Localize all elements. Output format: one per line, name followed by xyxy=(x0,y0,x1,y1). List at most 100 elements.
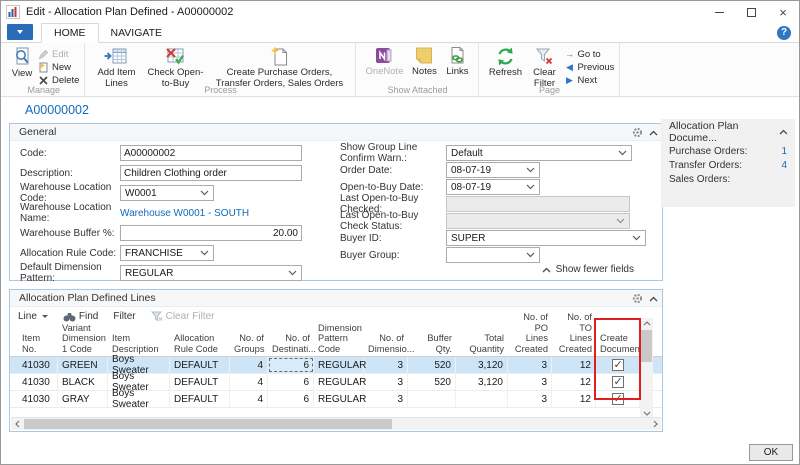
new-button[interactable]: New xyxy=(38,61,79,73)
default-dimension-pattern-select[interactable]: REGULAR xyxy=(120,265,302,281)
column-header-item-description[interactable]: Item Description xyxy=(108,333,170,356)
column-header-item-no[interactable]: Item No. xyxy=(10,333,58,356)
cell-variant[interactable]: GREEN xyxy=(58,357,108,373)
vertical-scroll-thumb[interactable] xyxy=(641,330,652,362)
cell-buffer-qty[interactable]: 520 xyxy=(408,357,456,373)
cell-po-lines[interactable]: 3 xyxy=(508,374,552,390)
cell-item-no[interactable]: 41030 xyxy=(10,391,58,407)
notes-button[interactable]: Notes xyxy=(407,45,441,79)
cell-dimensions[interactable]: 3 xyxy=(364,374,408,390)
filter-button[interactable]: Filter xyxy=(113,311,135,322)
ok-button[interactable]: OK xyxy=(749,444,793,461)
check-open-to-buy-button[interactable]: Check Open-to-Buy xyxy=(142,45,208,91)
collapse-chevron-icon[interactable] xyxy=(649,296,658,302)
purchase-orders-count-link[interactable]: 1 xyxy=(781,146,787,157)
clear-filter-button[interactable]: Clear Filter xyxy=(526,45,562,91)
column-header-allocation-rule[interactable]: Allocation Rule Code xyxy=(170,333,230,356)
cell-item-no[interactable]: 41030 xyxy=(10,357,58,373)
warehouse-location-code-select[interactable]: W0001 xyxy=(120,185,214,201)
column-header-variant-dimension[interactable]: Variant Dimension 1 Code xyxy=(58,323,108,356)
cell-po-lines[interactable]: 3 xyxy=(508,357,552,373)
cell-to-lines[interactable]: 12 xyxy=(552,391,596,407)
gear-icon[interactable] xyxy=(632,293,643,304)
close-button[interactable]: × xyxy=(767,1,799,23)
cell-destinations[interactable]: 6 xyxy=(268,391,314,407)
table-row[interactable]: 41030 BLACK Boys Sweater DEFAULT 4 6 REG… xyxy=(10,371,662,393)
tab-navigate[interactable]: NAVIGATE xyxy=(99,24,175,42)
grid-horizontal-scrollbar[interactable] xyxy=(11,417,661,430)
view-button[interactable]: View xyxy=(8,45,36,81)
cell-rule[interactable]: DEFAULT xyxy=(170,374,230,390)
show-group-line-confirm-select[interactable]: Default xyxy=(446,145,632,161)
cell-groups[interactable]: 4 xyxy=(230,357,268,373)
grid-vertical-scrollbar[interactable] xyxy=(640,318,653,419)
cell-total-qty[interactable]: 3,120 xyxy=(456,357,508,373)
create-documents-checkbox[interactable] xyxy=(611,358,624,371)
find-button[interactable]: Find xyxy=(63,311,98,322)
gear-icon[interactable] xyxy=(632,127,643,138)
transfer-orders-count-link[interactable]: 4 xyxy=(781,160,787,171)
column-header-create-documents[interactable]: Create Documents xyxy=(596,333,647,356)
cell-dimensions[interactable]: 3 xyxy=(364,357,408,373)
horizontal-scroll-thumb[interactable] xyxy=(24,419,392,429)
column-header-to-lines-created[interactable]: No. of TO Lines Created xyxy=(552,312,596,356)
collapse-chevron-icon[interactable] xyxy=(779,129,787,135)
show-fewer-fields-link[interactable]: Show fewer fields xyxy=(542,264,634,275)
maximize-button[interactable] xyxy=(735,1,767,23)
code-input[interactable] xyxy=(120,145,302,161)
cell-total-qty[interactable] xyxy=(456,391,508,407)
cell-buffer-qty[interactable] xyxy=(408,391,456,407)
application-menu-button[interactable] xyxy=(7,24,33,40)
cell-rule[interactable]: DEFAULT xyxy=(170,357,230,373)
cell-to-lines[interactable]: 12 xyxy=(552,357,596,373)
cell-destinations-focused[interactable]: 6 xyxy=(268,357,314,373)
scroll-left-arrow-icon[interactable] xyxy=(11,418,23,430)
open-to-buy-date-select[interactable]: 08-07-19 xyxy=(446,179,540,195)
cell-destinations[interactable]: 6 xyxy=(268,374,314,390)
cell-buffer-qty[interactable]: 520 xyxy=(408,374,456,390)
add-item-lines-button[interactable]: Add Item Lines xyxy=(90,45,142,91)
cell-groups[interactable]: 4 xyxy=(230,391,268,407)
refresh-button[interactable]: Refresh xyxy=(484,45,526,80)
cell-pattern[interactable]: REGULAR xyxy=(314,374,366,390)
cell-to-lines[interactable]: 12 xyxy=(552,374,596,390)
cell-pattern[interactable]: REGULAR xyxy=(314,391,366,407)
column-header-buffer-qty[interactable]: Buffer Qty. xyxy=(408,333,456,356)
cell-variant[interactable]: BLACK xyxy=(58,374,108,390)
cell-groups[interactable]: 4 xyxy=(230,374,268,390)
allocation-rule-code-select[interactable]: FRANCHISE xyxy=(120,245,214,261)
column-header-total-quantity[interactable]: Total Quantity xyxy=(456,333,508,356)
column-header-po-lines-created[interactable]: No. of PO Lines Created xyxy=(508,312,552,356)
cell-total-qty[interactable]: 3,120 xyxy=(456,374,508,390)
previous-button[interactable]: ◀ Previous xyxy=(564,61,614,73)
line-menu-button[interactable]: Line xyxy=(18,311,48,322)
help-icon[interactable]: ? xyxy=(777,26,791,40)
scroll-right-arrow-icon[interactable] xyxy=(649,418,661,430)
cell-variant[interactable]: GRAY xyxy=(58,391,108,407)
description-input[interactable] xyxy=(120,165,302,181)
cell-description[interactable]: Boys Sweater xyxy=(108,388,170,410)
links-button[interactable]: Links xyxy=(441,45,473,79)
cell-item-no[interactable]: 41030 xyxy=(10,374,58,390)
cell-pattern[interactable]: REGULAR xyxy=(314,357,366,373)
buyer-id-select[interactable]: SUPER xyxy=(446,230,646,246)
warehouse-location-name-link[interactable]: Warehouse W0001 - SOUTH xyxy=(120,208,249,219)
cell-dimensions[interactable]: 3 xyxy=(364,391,408,407)
table-row[interactable]: 41030 GRAY Boys Sweater DEFAULT 4 6 REGU… xyxy=(10,388,662,410)
minimize-button[interactable] xyxy=(703,1,735,23)
tab-home[interactable]: HOME xyxy=(41,23,99,43)
create-orders-button[interactable]: Create Purchase Orders, Transfer Orders,… xyxy=(208,45,350,91)
column-header-no-of-groups[interactable]: No. of Groups xyxy=(230,333,268,356)
create-documents-checkbox[interactable] xyxy=(611,375,624,388)
cell-rule[interactable]: DEFAULT xyxy=(170,391,230,407)
warehouse-buffer-input[interactable] xyxy=(120,225,302,241)
collapse-chevron-icon[interactable] xyxy=(649,130,658,136)
go-to-button[interactable]: → Go to xyxy=(564,48,614,60)
table-row[interactable]: 41030 GREEN Boys Sweater DEFAULT 4 6 REG… xyxy=(10,354,662,376)
scroll-up-arrow-icon[interactable] xyxy=(640,318,653,329)
order-date-select[interactable]: 08-07-19 xyxy=(446,162,540,178)
column-header-no-of-destinations[interactable]: No. of Destinati... xyxy=(268,333,316,356)
column-header-no-of-dimensions[interactable]: No. of Dimensio... xyxy=(364,333,415,356)
cell-po-lines[interactable]: 3 xyxy=(508,391,552,407)
buyer-group-select[interactable] xyxy=(446,247,540,263)
